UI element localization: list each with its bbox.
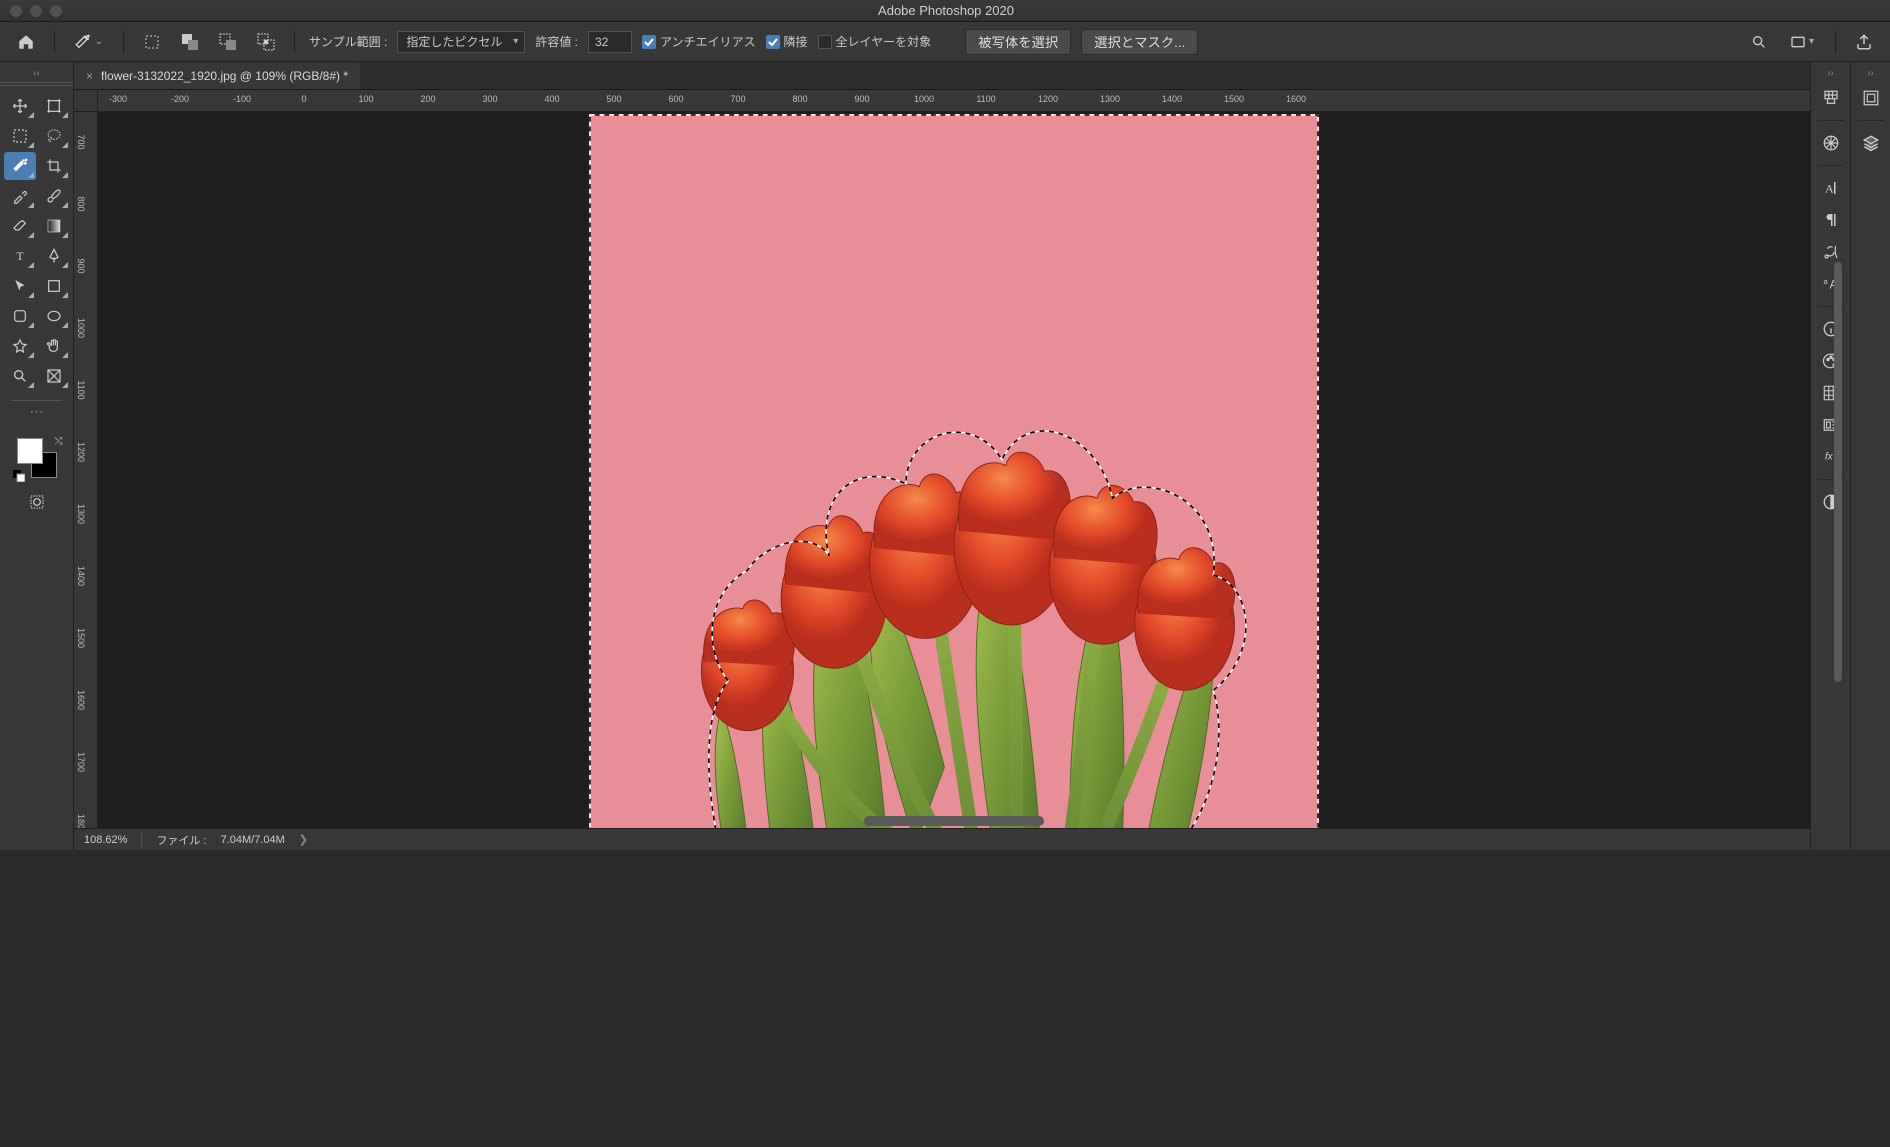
- brush-settings-panel-icon[interactable]: [1816, 84, 1846, 112]
- color-swatch[interactable]: ⤭: [17, 438, 57, 478]
- options-bar: ⌄ サンプル範囲 : 指定したピクセル 許容値 : アンチエイリアス 隣接 全レ…: [0, 22, 1890, 62]
- document-tab[interactable]: × flower-3132022_1920.jpg @ 109% (RGB/8#…: [74, 63, 360, 89]
- svg-text:T: T: [16, 249, 24, 263]
- zoom-level[interactable]: 108.62%: [84, 834, 127, 846]
- tool-pen[interactable]: [38, 242, 70, 270]
- traffic-lights: [0, 5, 62, 17]
- tool-rounded-rect[interactable]: [4, 302, 36, 330]
- select-subject-button[interactable]: 被写体を選択: [965, 29, 1071, 55]
- tool-artboard[interactable]: [38, 92, 70, 120]
- svg-text:fx: fx: [1825, 451, 1834, 462]
- properties-panel-icon[interactable]: [1856, 84, 1886, 112]
- ruler-vertical[interactable]: 7008009001000110012001300140015001600170…: [74, 112, 98, 828]
- foreground-color[interactable]: [17, 438, 43, 464]
- search-icon[interactable]: [1745, 28, 1773, 56]
- horizontal-scrollbar[interactable]: [864, 816, 1044, 826]
- tools-collapse-handle[interactable]: ‹‹: [0, 68, 73, 78]
- default-colors-icon[interactable]: [13, 470, 25, 482]
- tool-marquee[interactable]: [4, 122, 36, 150]
- status-info-dropdown[interactable]: ❯: [299, 833, 308, 846]
- quick-mask-toggle[interactable]: [21, 488, 53, 516]
- workspace-switcher-icon[interactable]: ▾: [1783, 28, 1821, 56]
- swap-colors-icon[interactable]: ⤭: [55, 436, 63, 447]
- panel-column-a: ›› A aA fx: [1810, 62, 1850, 850]
- ruler-horizontal[interactable]: -300-200-1000100200300400500600700800900…: [98, 90, 1810, 112]
- tool-brush[interactable]: [38, 182, 70, 210]
- file-info-value: 7.04M/7.04M: [221, 834, 285, 846]
- new-selection-icon[interactable]: [138, 28, 166, 56]
- tool-magic-wand[interactable]: [4, 152, 36, 180]
- close-window-icon[interactable]: [10, 5, 22, 17]
- tool-eraser[interactable]: [4, 212, 36, 240]
- panel-collapse-handle[interactable]: ››: [1827, 68, 1834, 78]
- tool-type[interactable]: T: [4, 242, 36, 270]
- window-titlebar: Adobe Photoshop 2020: [0, 0, 1890, 22]
- tool-custom-shape[interactable]: [4, 332, 36, 360]
- navigator-panel-icon[interactable]: [1816, 129, 1846, 157]
- app-title: Adobe Photoshop 2020: [62, 3, 1830, 18]
- antialias-checkbox[interactable]: アンチエイリアス: [642, 33, 756, 50]
- add-selection-icon[interactable]: [176, 28, 204, 56]
- tool-path-select[interactable]: [4, 272, 36, 300]
- layers-panel-icon[interactable]: [1856, 129, 1886, 157]
- svg-text:A: A: [1825, 182, 1834, 196]
- document-area: × flower-3132022_1920.jpg @ 109% (RGB/8#…: [74, 62, 1810, 850]
- tool-frame[interactable]: [38, 362, 70, 390]
- select-and-mask-button[interactable]: 選択とマスク...: [1081, 29, 1198, 55]
- sample-size-select[interactable]: 指定したピクセル: [397, 31, 525, 53]
- tool-gradient[interactable]: [38, 212, 70, 240]
- subtract-selection-icon[interactable]: [214, 28, 242, 56]
- panel-scrollbar[interactable]: [1834, 262, 1842, 682]
- tool-eyedropper[interactable]: [4, 182, 36, 210]
- file-info-label: ファイル :: [156, 832, 206, 848]
- paragraph-panel-icon[interactable]: [1816, 206, 1846, 234]
- share-icon[interactable]: [1850, 28, 1878, 56]
- svg-text:a: a: [1823, 277, 1828, 286]
- character-panel-icon[interactable]: A: [1816, 174, 1846, 202]
- canvas-image: [574, 114, 1334, 828]
- tool-move[interactable]: [4, 92, 36, 120]
- zoom-window-icon[interactable]: [50, 5, 62, 17]
- ruler-origin[interactable]: [74, 90, 98, 112]
- all-layers-checkbox[interactable]: 全レイヤーを対象: [818, 33, 932, 50]
- tool-zoom[interactable]: [4, 362, 36, 390]
- status-bar: 108.62% ファイル : 7.04M/7.04M ❯: [74, 828, 1810, 850]
- tool-shape[interactable]: [38, 272, 70, 300]
- panel-collapse-handle-b[interactable]: ››: [1867, 68, 1874, 78]
- contiguous-checkbox[interactable]: 隣接: [766, 33, 808, 50]
- panel-column-b: ››: [1850, 62, 1890, 850]
- minimize-window-icon[interactable]: [30, 5, 42, 17]
- tool-hand[interactable]: [38, 332, 70, 360]
- canvas-viewport[interactable]: [98, 112, 1810, 828]
- home-button[interactable]: [12, 28, 40, 56]
- sample-size-label: サンプル範囲 :: [309, 33, 387, 50]
- glyphs-panel-icon[interactable]: [1816, 238, 1846, 266]
- tools-panel: ‹‹ T ⋯ ⤭: [0, 62, 74, 850]
- tolerance-input[interactable]: [588, 31, 632, 53]
- tab-title: flower-3132022_1920.jpg @ 109% (RGB/8#) …: [101, 69, 348, 83]
- right-panels: ›› A aA fx ››: [1810, 62, 1890, 850]
- tab-close-icon[interactable]: ×: [86, 69, 93, 83]
- tool-preset-dropdown[interactable]: ⌄: [69, 28, 109, 56]
- intersect-selection-icon[interactable]: [252, 28, 280, 56]
- tolerance-label: 許容値 :: [535, 33, 578, 50]
- tool-crop[interactable]: [38, 152, 70, 180]
- tool-ellipse[interactable]: [38, 302, 70, 330]
- document-tabs: × flower-3132022_1920.jpg @ 109% (RGB/8#…: [74, 62, 1810, 90]
- tool-lasso[interactable]: [38, 122, 70, 150]
